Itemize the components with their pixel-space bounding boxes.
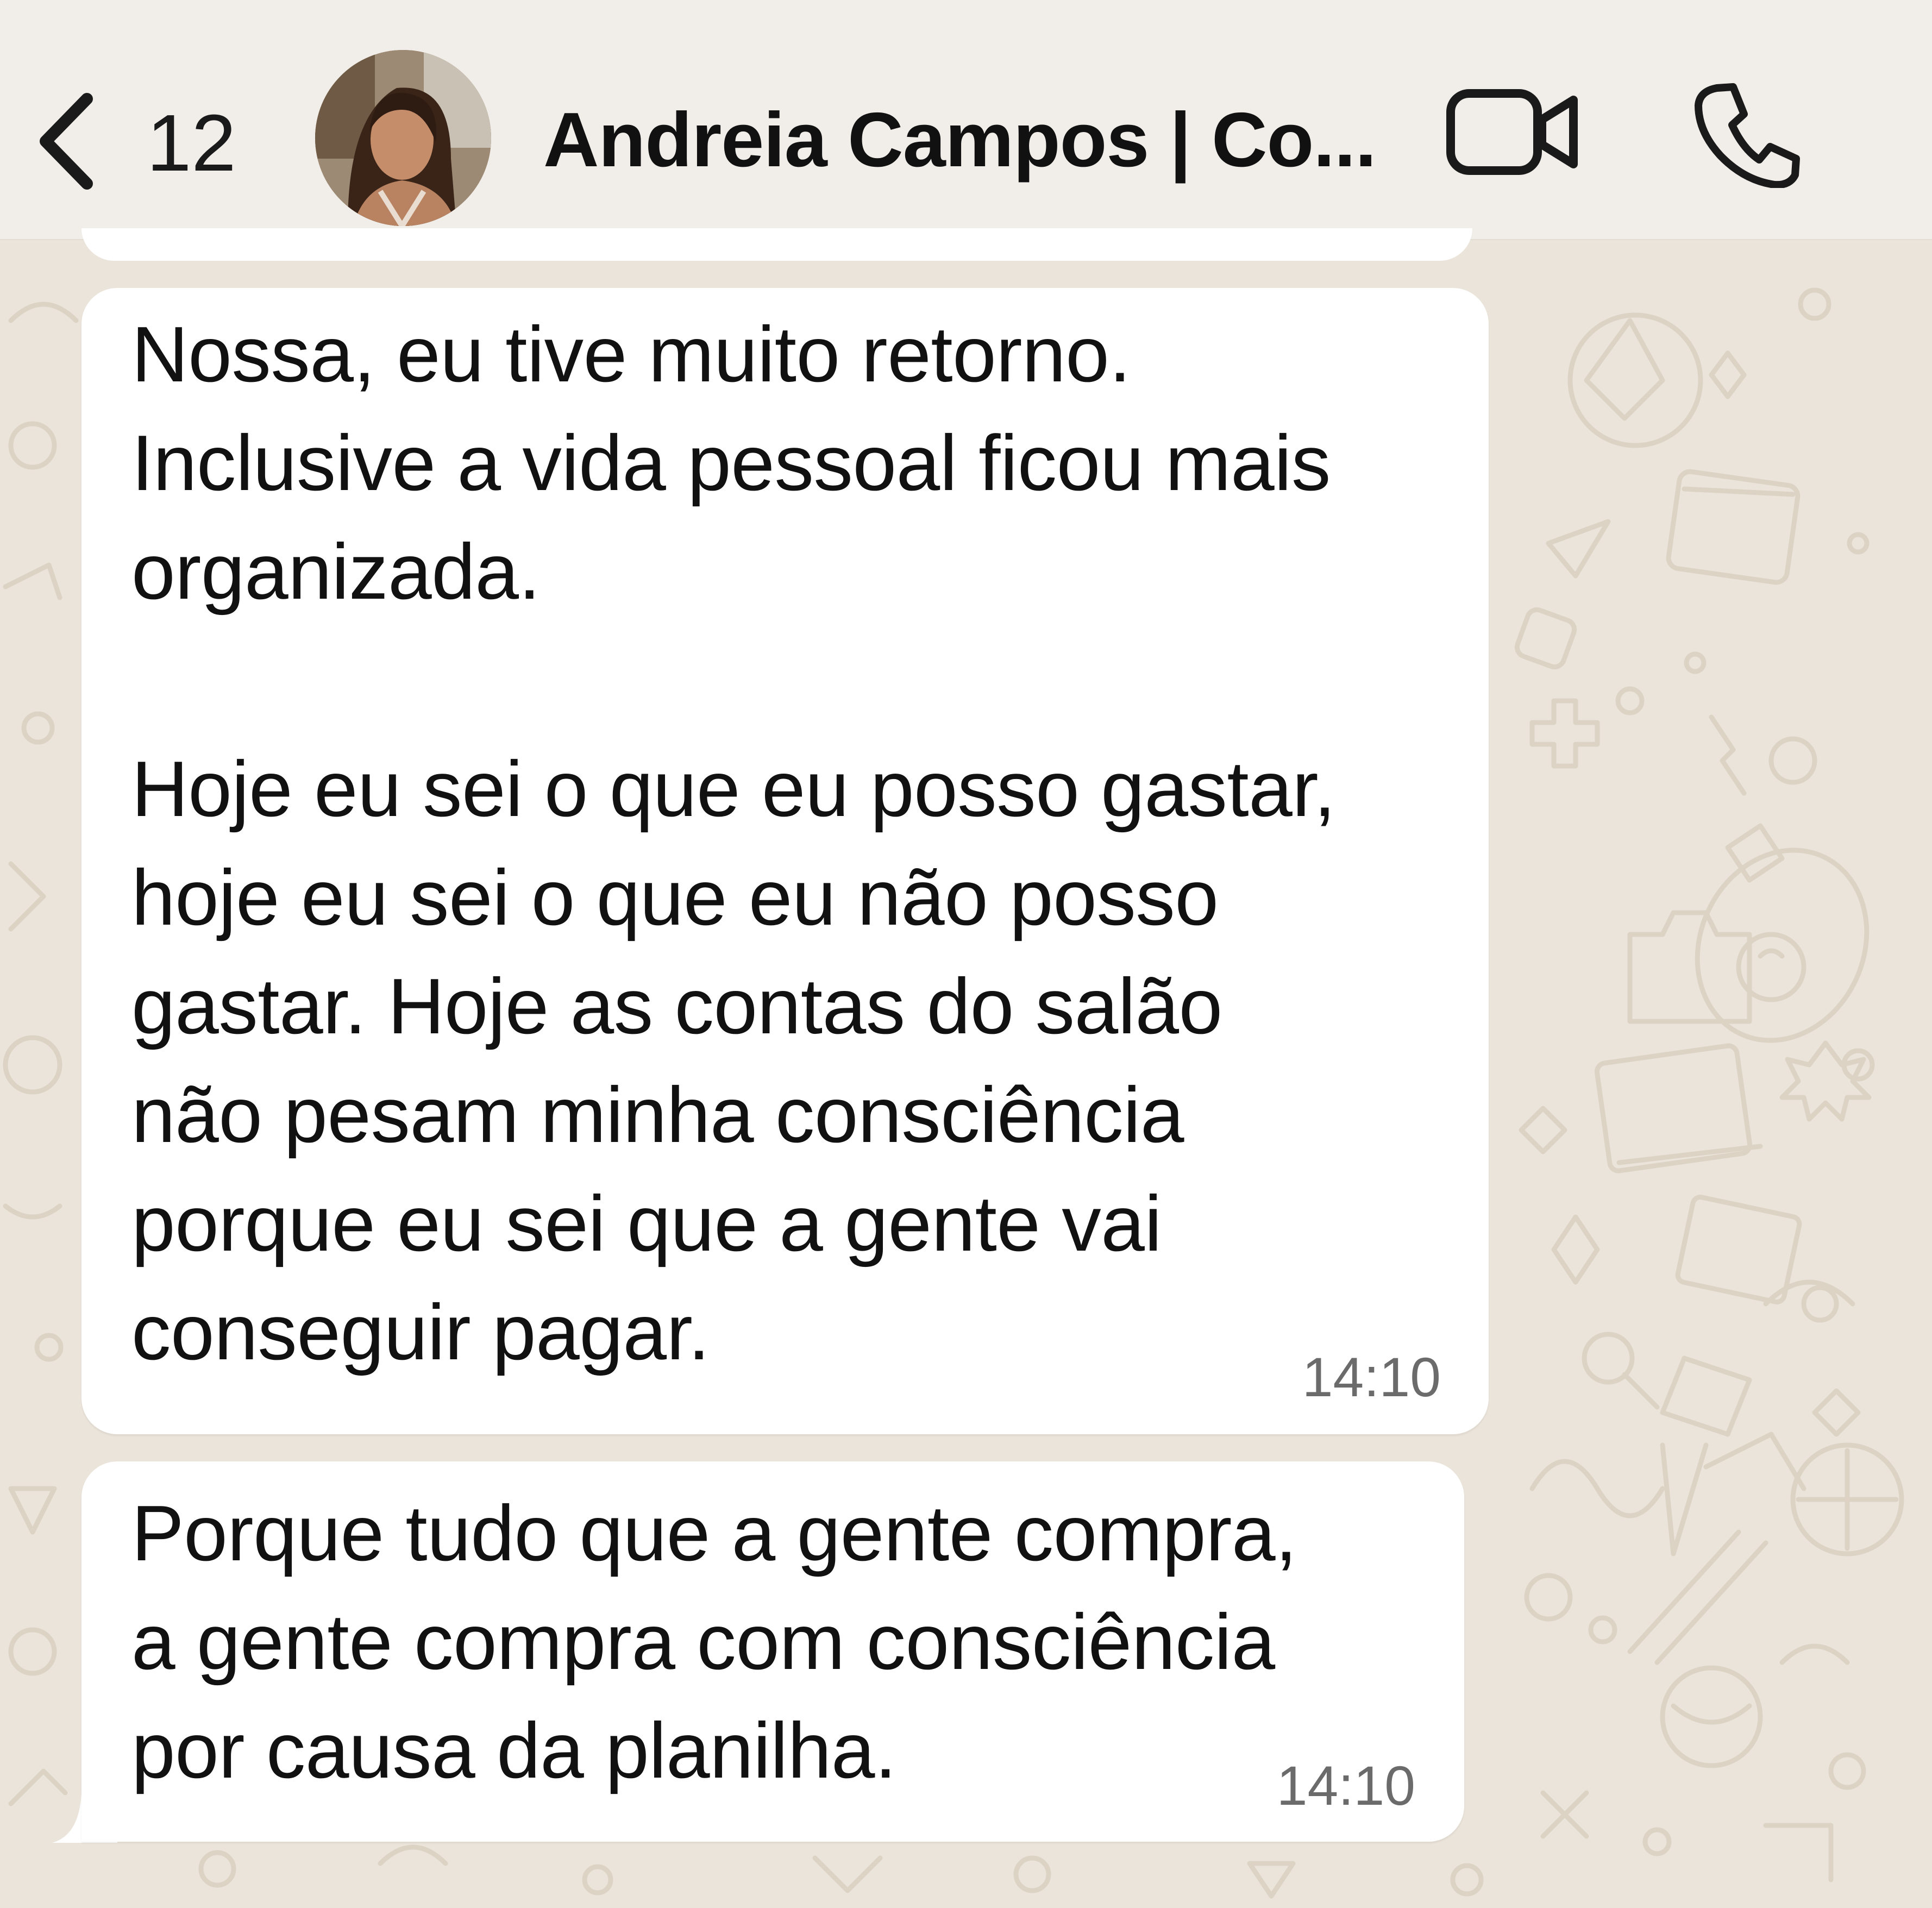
voice-call-button[interactable] — [1693, 79, 1802, 189]
message-bubble[interactable]: Nossa, eu tive muito retorno. Inclusive … — [81, 288, 1489, 1434]
contact-avatar[interactable] — [315, 50, 491, 226]
previous-message-bubble — [81, 228, 1472, 261]
avatar-photo — [315, 50, 491, 226]
message-text: Nossa, eu tive muito retorno. Inclusive … — [131, 310, 1335, 1376]
message-bubble[interactable]: Porque tudo que a gente compra, a gente … — [81, 1461, 1464, 1842]
phone-icon — [1695, 83, 1800, 189]
contact-name[interactable]: Andreia Campos | Co... — [543, 97, 1391, 184]
message-text: Porque tudo que a gente compra, a gente … — [131, 1489, 1297, 1794]
video-call-button[interactable] — [1445, 86, 1581, 178]
chat-header: 12 Andreia Campos | Co... — [0, 0, 1932, 240]
back-button[interactable]: 12 — [33, 81, 250, 201]
message-timestamp: 14:10 — [1276, 1755, 1415, 1817]
message-timestamp: 14:10 — [1302, 1346, 1441, 1408]
unread-count: 12 — [147, 98, 236, 188]
chevron-left-icon — [40, 93, 93, 190]
video-camera-icon — [1446, 89, 1578, 175]
